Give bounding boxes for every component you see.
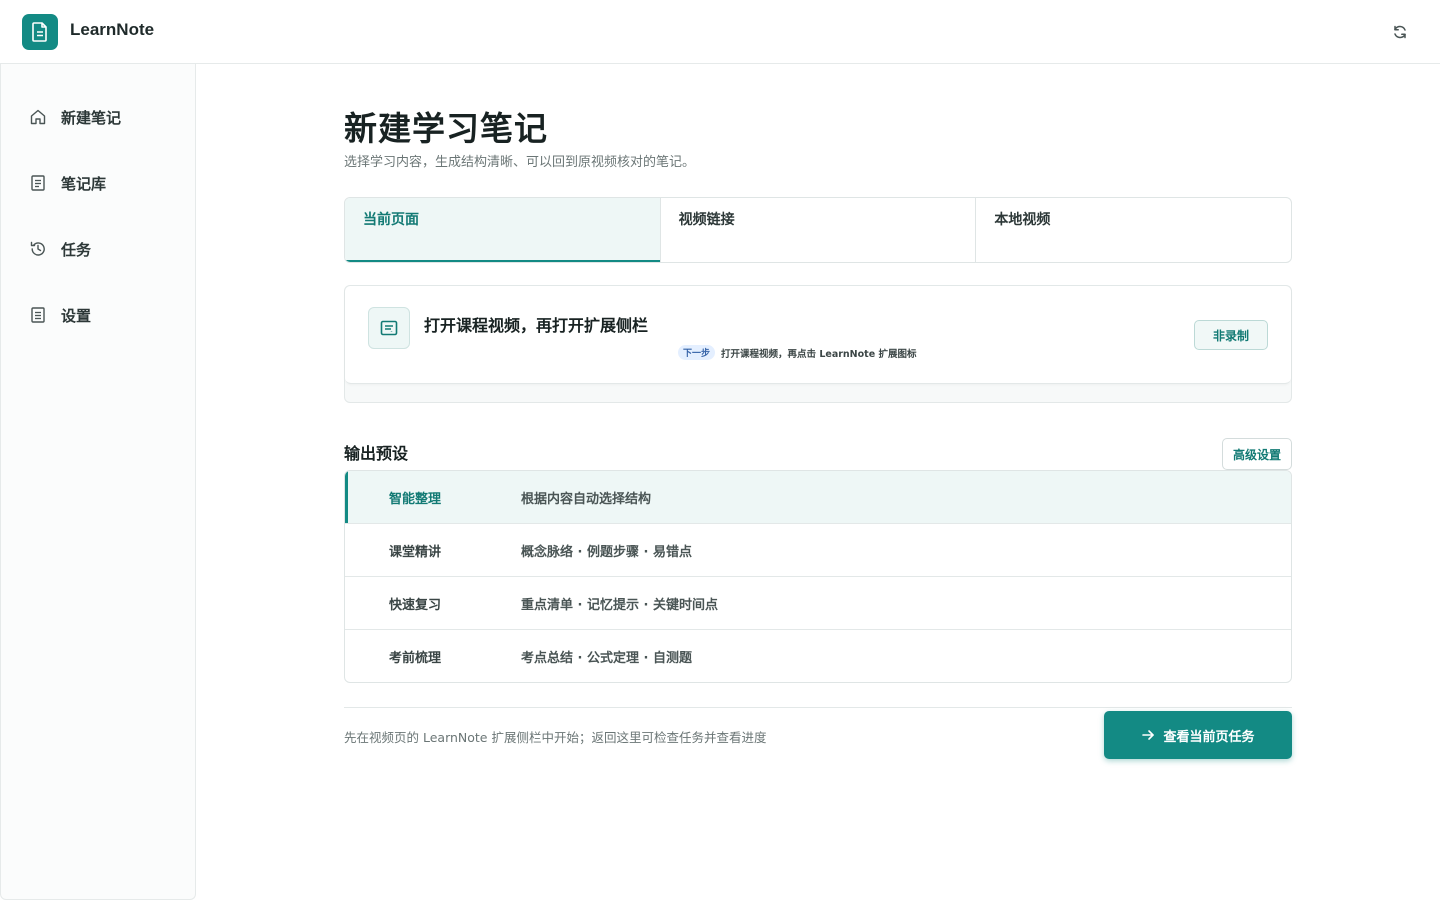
non-record-button[interactable]: 非录制 [1194,320,1268,350]
sidebar-item-library[interactable]: 笔记库 [29,169,179,197]
home-icon [29,108,47,126]
preset-desc: 重点清单 · 记忆提示 · 关键时间点 [521,597,718,613]
preset-item-smart[interactable]: 智能整理 根据内容自动选择结构 [345,471,1291,524]
settings-doc-icon [29,306,47,324]
presets-title: 输出预设 [344,444,409,463]
page-subtitle: 选择学习内容，生成结构清晰、可以回到原视频核对的笔记。 [344,155,696,170]
document-icon [32,22,47,42]
page-title: 新建学习笔记 [344,109,548,148]
sidebar-item-settings[interactable]: 设置 [29,301,179,329]
preset-desc: 考点总结 · 公式定理 · 自测题 [521,651,692,666]
preset-name: 智能整理 [389,491,442,507]
footer-hint: 先在视频页的 LearnNote 扩展侧栏中开始；返回这里可检查任务并查看进度 [344,730,767,745]
sidebar-item-label: 设置 [61,306,92,325]
arrow-right-icon [1142,730,1155,740]
primary-button-label: 查看当前页任务 [1163,729,1255,745]
advanced-settings-button[interactable]: 高级设置 [1222,438,1292,470]
next-step-text: 打开课程视频，再点击 LearnNote 扩展图标 [721,348,917,360]
view-current-task-button[interactable]: 查看当前页任务 [1104,711,1292,759]
preset-name: 考前梳理 [389,651,442,666]
history-icon [29,240,47,258]
preset-item-review[interactable]: 快速复习 重点清单 · 记忆提示 · 关键时间点 [345,577,1291,630]
brand-name: LearnNote [70,20,155,39]
logo [22,14,58,50]
preset-desc: 根据内容自动选择结构 [521,491,652,507]
tab-video-link[interactable]: 视频链接 [661,198,977,262]
info-card: 打开课程视频，再打开扩展侧栏 下一步 打开课程视频，再点击 LearnNote … [345,286,1291,384]
refresh-icon [1394,25,1406,39]
info-title: 打开课程视频，再打开扩展侧栏 [424,316,649,335]
sidebar-item-new-note[interactable]: 新建笔记 [29,103,179,131]
notebook-icon [29,174,47,192]
sidebar-item-tasks[interactable]: 任务 [29,235,179,263]
refresh-button[interactable] [1388,20,1412,44]
preset-item-exam[interactable]: 考前梳理 考点总结 · 公式定理 · 自测题 [345,630,1291,682]
source-tabs: 当前页面 视频链接 本地视频 [344,197,1292,263]
info-panel: 打开课程视频，再打开扩展侧栏 下一步 打开课程视频，再点击 LearnNote … [344,285,1292,403]
next-step-row: 下一步 打开课程视频，再点击 LearnNote 扩展图标 [678,345,916,360]
sidebar-item-label: 笔记库 [61,174,107,193]
tab-local-video[interactable]: 本地视频 [976,198,1291,262]
preset-name: 快速复习 [389,597,442,613]
info-icon-box [368,307,410,349]
next-step-badge: 下一步 [678,345,716,360]
preset-desc: 概念脉络 · 例题步骤 · 易错点 [521,544,692,560]
preset-name: 课堂精讲 [389,544,442,560]
preset-item-lecture[interactable]: 课堂精讲 概念脉络 · 例题步骤 · 易错点 [345,524,1291,577]
tab-current-page[interactable]: 当前页面 [345,198,661,262]
sidebar-panel-icon [380,320,398,336]
footer-divider [344,707,1292,708]
sidebar-item-label: 任务 [61,240,92,259]
sidebar-item-label: 新建笔记 [61,108,122,127]
app-header: LearnNote [0,0,1440,64]
preset-list: 智能整理 根据内容自动选择结构 课堂精讲 概念脉络 · 例题步骤 · 易错点 快… [344,470,1292,683]
sidebar: 新建笔记 笔记库 任务 设置 [0,64,196,900]
